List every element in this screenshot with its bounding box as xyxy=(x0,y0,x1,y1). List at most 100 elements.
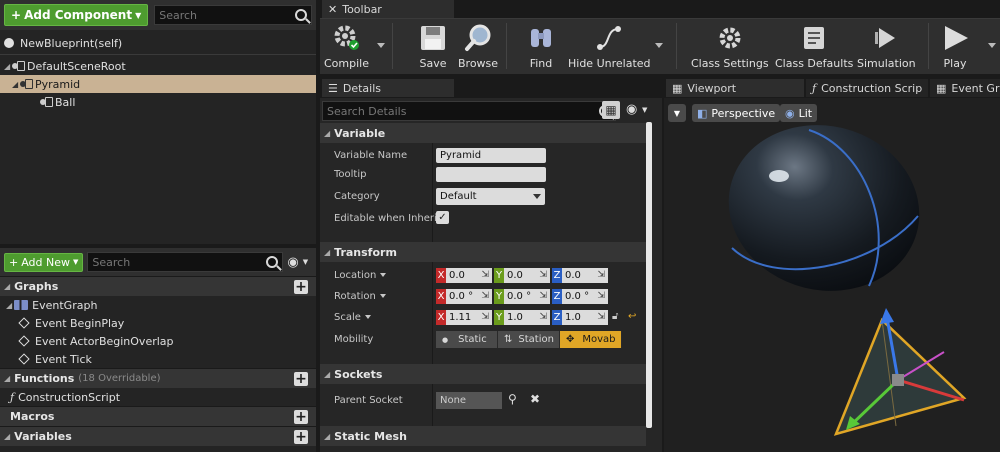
event-graph-item[interactable]: ◢ EventGraph xyxy=(0,296,316,314)
self-item[interactable]: NewBlueprint(self) xyxy=(0,34,316,52)
hide-unrelated-options-chevron-icon[interactable] xyxy=(655,43,663,48)
tooltip-field[interactable] xyxy=(436,167,546,182)
class-settings-button[interactable]: Class Settings xyxy=(691,23,769,70)
search-icon xyxy=(295,9,307,21)
location-y-field[interactable]: Y 0.0 xyxy=(494,268,550,283)
compile-options-chevron-icon[interactable] xyxy=(377,43,385,48)
tab-viewport[interactable]: ▦ Viewport xyxy=(666,79,804,97)
rotation-z-field[interactable]: Z 0.0 ° xyxy=(552,289,608,304)
event-icon xyxy=(18,335,30,347)
perspective-button[interactable]: ◧ Perspective xyxy=(692,104,781,122)
eye-icon[interactable]: ◉ xyxy=(626,102,637,117)
chevron-down-icon[interactable]: ▼ xyxy=(642,106,647,114)
details-search-input[interactable]: Search Details xyxy=(322,101,616,121)
editable-when-inherited-checkbox[interactable]: ✓ xyxy=(436,211,449,224)
function-icon: ƒ xyxy=(10,390,15,404)
scale-y-field[interactable]: Y 1.0 xyxy=(494,310,550,325)
tree-item-defaultsceneroot[interactable]: ◢ DefaultSceneRoot xyxy=(0,57,316,75)
graphs-section-header[interactable]: ◢ Graphs + xyxy=(0,276,316,296)
scene-component-icon xyxy=(12,61,25,71)
reset-arrow-icon[interactable]: ↩ xyxy=(628,311,636,322)
location-x-field[interactable]: X 0.0 xyxy=(436,268,492,283)
event-icon xyxy=(18,353,30,365)
viewport-options-button[interactable]: ▼ xyxy=(668,104,686,122)
scale-z-field[interactable]: Z 1.0 xyxy=(552,310,608,325)
event-item[interactable]: Event ActorBeginOverlap xyxy=(0,332,316,350)
gear-icon xyxy=(715,23,745,53)
browse-socket-icon[interactable]: ⚲ xyxy=(508,392,517,406)
tree-item-ball[interactable]: Ball xyxy=(0,93,316,111)
location-label[interactable]: Location xyxy=(334,270,387,281)
scale-label[interactable]: Scale xyxy=(334,312,371,323)
rotation-x-field[interactable]: X 0.0 ° xyxy=(436,289,492,304)
collapse-arrow-icon: ◢ xyxy=(324,128,331,138)
save-button[interactable]: Save xyxy=(418,23,448,70)
details-scrollbar[interactable] xyxy=(646,122,652,428)
location-z-field[interactable]: Z 0.0 xyxy=(552,268,608,283)
lit-button[interactable]: ◉ Lit xyxy=(780,104,818,122)
event-item[interactable]: Event Tick xyxy=(0,350,316,368)
macros-section-header[interactable]: Macros + xyxy=(0,406,316,426)
category-dropdown[interactable]: Default xyxy=(436,188,545,205)
add-new-button[interactable]: + Add New ▼ xyxy=(4,252,84,272)
compile-button[interactable]: Compile xyxy=(324,23,369,70)
functions-section-header[interactable]: ◢ Functions (18 Overridable) + xyxy=(0,368,316,388)
clear-socket-icon[interactable]: ✖ xyxy=(530,392,540,406)
scale-x-field[interactable]: X 1.11 xyxy=(436,310,492,325)
add-function-button[interactable]: + xyxy=(294,372,308,386)
collapse-arrow-icon[interactable]: ◢ xyxy=(6,301,12,310)
class-defaults-button[interactable]: Class Defaults xyxy=(775,23,853,70)
add-macro-button[interactable]: + xyxy=(294,410,308,424)
rotation-label[interactable]: Rotation xyxy=(334,291,386,302)
browse-button[interactable]: Browse xyxy=(458,23,498,70)
tree-item-pyramid[interactable]: ◢ Pyramid xyxy=(0,75,316,93)
play-options-chevron-icon[interactable] xyxy=(988,43,996,48)
column-divider xyxy=(432,142,433,242)
grid-view-icon[interactable]: ▦ xyxy=(602,101,620,119)
rotation-y-field[interactable]: Y 0.0 ° xyxy=(494,289,550,304)
lock-icon[interactable]: 🔓︎ xyxy=(612,311,618,322)
category-label: Category xyxy=(334,191,380,202)
mobility-stationary-button[interactable]: ⇅ Station xyxy=(498,331,560,348)
variables-section-header[interactable]: ◢ Variables + xyxy=(0,426,316,446)
event-item[interactable]: Event BeginPlay xyxy=(0,314,316,332)
collapse-arrow-icon[interactable]: ◢ xyxy=(4,62,12,71)
variable-section-header[interactable]: ◢ Variable xyxy=(320,123,646,143)
floppy-disk-icon xyxy=(418,23,448,53)
add-variable-button[interactable]: + xyxy=(294,430,308,444)
components-search-input[interactable]: Search xyxy=(154,5,312,25)
variable-name-label: Variable Name xyxy=(334,150,408,161)
collapse-arrow-icon[interactable]: ◢ xyxy=(12,80,20,89)
find-button[interactable]: Find xyxy=(526,23,556,70)
compile-gear-icon xyxy=(332,23,362,53)
parent-socket-field[interactable]: None xyxy=(436,392,502,409)
hide-unrelated-button[interactable]: Hide Unrelated xyxy=(568,23,651,70)
sockets-section-header[interactable]: ◢ Sockets xyxy=(320,364,646,384)
binoculars-icon xyxy=(526,23,556,53)
tab-toolbar[interactable]: ✕ Toolbar xyxy=(322,0,454,18)
mobility-movable-button[interactable]: ✥ Movab xyxy=(560,331,622,348)
chevron-down-icon[interactable]: ▼ xyxy=(303,258,308,266)
static-mesh-section-header[interactable]: ◢ Static Mesh xyxy=(320,426,646,446)
chevron-down-icon: ▼ xyxy=(673,108,681,118)
viewport[interactable]: ▼ ◧ Perspective ◉ Lit xyxy=(664,98,1000,452)
static-dot-icon: ● xyxy=(442,335,449,344)
add-component-button[interactable]: + Add Component ▼ xyxy=(4,4,149,26)
search-icon xyxy=(266,256,279,268)
tab-details[interactable]: ☰ Details xyxy=(322,79,454,97)
plus-icon: + xyxy=(9,255,19,269)
checklist-icon xyxy=(799,23,829,53)
tab-event-graph[interactable]: ▦ Event Gra xyxy=(930,79,1000,97)
mobility-static-button[interactable]: ● Static xyxy=(436,331,498,348)
eye-icon[interactable]: ◉ xyxy=(287,255,298,270)
lit-sphere-icon: ◉ xyxy=(785,106,795,120)
play-button[interactable]: Play xyxy=(940,23,970,70)
add-graph-button[interactable]: + xyxy=(294,280,308,294)
my-blueprint-search-input[interactable]: Search xyxy=(87,252,284,272)
tab-construction-script[interactable]: ƒ Construction Scrip xyxy=(806,79,928,97)
transform-section-header[interactable]: ◢ Transform xyxy=(320,242,646,262)
variable-name-field[interactable]: Pyramid xyxy=(436,148,546,163)
column-divider xyxy=(432,384,433,430)
construction-script-item[interactable]: ƒ ConstructionScript xyxy=(0,388,316,406)
simulation-button[interactable]: Simulation xyxy=(857,23,916,70)
